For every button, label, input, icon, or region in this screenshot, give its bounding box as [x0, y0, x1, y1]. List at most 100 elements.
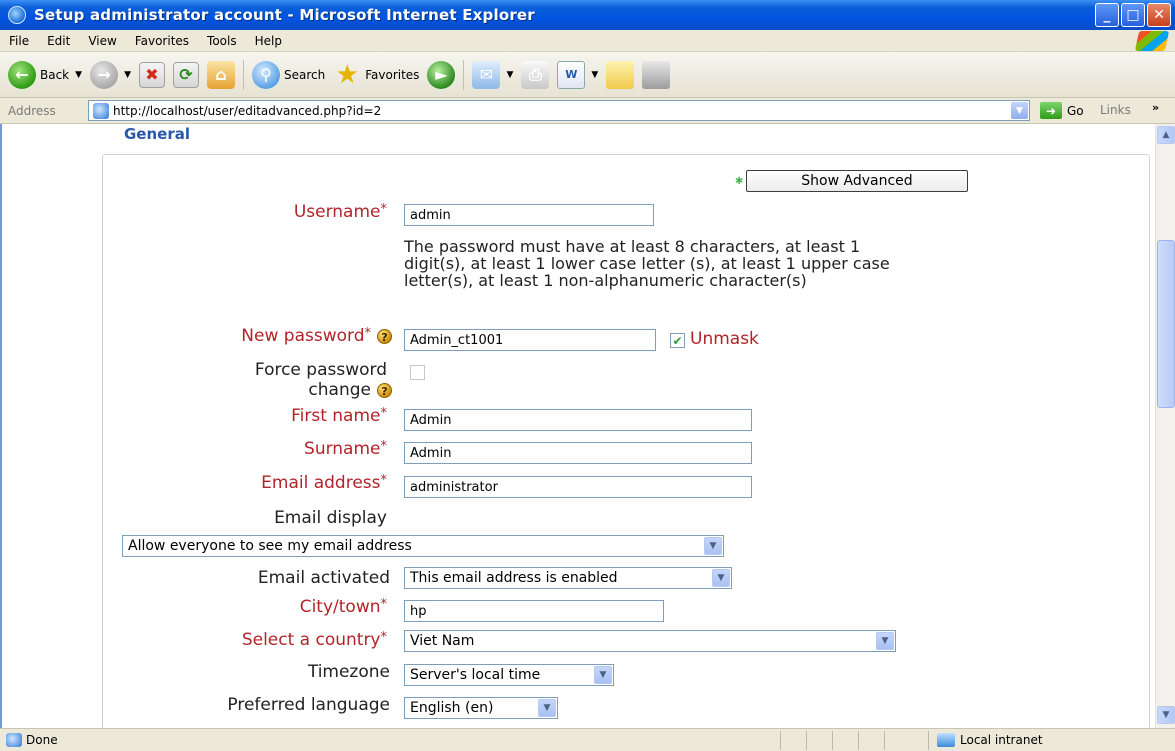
mail-dropdown-icon[interactable]: ▼	[506, 70, 513, 80]
advanced-marker-icon: ✱	[735, 176, 744, 187]
menu-help[interactable]: Help	[246, 34, 291, 48]
force-password-label-line2: change?	[182, 380, 392, 400]
username-input[interactable]: admin	[404, 204, 654, 226]
media-button[interactable]: ►	[427, 60, 456, 89]
chevron-down-icon[interactable]: ▼	[712, 569, 730, 587]
close-button[interactable]: ✕	[1147, 3, 1171, 27]
research-button[interactable]	[642, 60, 671, 89]
email-activated-select[interactable]: This email address is enabled ▼	[404, 567, 732, 589]
help-icon[interactable]: ?	[377, 328, 392, 344]
menu-tools[interactable]: Tools	[198, 34, 246, 48]
surname-label-text: Surname	[304, 439, 381, 459]
menu-view[interactable]: View	[79, 34, 125, 48]
ie-icon	[8, 6, 26, 24]
window-title: Setup administrator account - Microsoft …	[34, 6, 535, 24]
refresh-button[interactable]: ⟳	[172, 61, 199, 88]
surname-label: Surname*	[182, 439, 387, 459]
status-divider	[832, 731, 833, 750]
back-dropdown-icon[interactable]: ▼	[75, 70, 82, 80]
language-label: Preferred language	[227, 695, 390, 715]
scrollbar-thumb[interactable]	[1157, 240, 1175, 408]
status-divider	[780, 731, 781, 750]
intranet-icon	[937, 733, 955, 747]
city-label-text: City/town	[299, 597, 381, 617]
forward-button[interactable]: → ▼	[90, 60, 131, 89]
first-name-input[interactable]: Admin	[404, 409, 752, 431]
new-password-input[interactable]: Admin_ct1001	[404, 329, 656, 351]
forward-dropdown-icon[interactable]: ▼	[124, 70, 131, 80]
links-chevron-icon[interactable]: »	[1152, 101, 1159, 114]
country-select[interactable]: Viet Nam ▼	[404, 630, 896, 652]
title-bar: Setup administrator account - Microsoft …	[0, 0, 1175, 30]
new-password-label-text: New password	[241, 326, 365, 346]
print-button[interactable]: ⎙	[521, 60, 550, 89]
go-arrow-icon: ➜	[1040, 102, 1062, 119]
username-label-text: Username	[293, 202, 381, 222]
scroll-down-icon[interactable]: ▼	[1157, 706, 1175, 724]
vertical-scrollbar[interactable]: ▲ ▼	[1155, 124, 1175, 728]
force-password-checkbox[interactable]	[410, 365, 425, 380]
windows-logo-icon	[1134, 31, 1170, 51]
minimize-button[interactable]: _	[1095, 3, 1119, 27]
stop-button[interactable]: ✖	[138, 61, 165, 88]
window-controls: _ □ ✕	[1095, 3, 1171, 27]
email-address-label-text: Email address	[261, 473, 381, 493]
chevron-down-icon[interactable]: ▼	[704, 537, 722, 555]
address-input[interactable]: http://localhost/user/editadvanced.php?i…	[88, 100, 1030, 121]
email-activated-label: Email activated	[257, 568, 390, 588]
force-password-label-line1: Force password	[254, 360, 387, 380]
security-zone: Local intranet	[960, 733, 1043, 747]
toolbar-separator	[242, 59, 244, 90]
search-button[interactable]: ⚲ Search	[251, 60, 325, 89]
scroll-up-icon[interactable]: ▲	[1157, 126, 1175, 144]
maximize-button[interactable]: □	[1121, 3, 1145, 27]
chevron-down-icon[interactable]: ▼	[538, 699, 556, 717]
email-activated-value: This email address is enabled	[410, 570, 618, 586]
chevron-down-icon[interactable]: ▼	[876, 632, 894, 650]
research-icon	[642, 60, 671, 89]
show-advanced-button[interactable]: Show Advanced	[746, 170, 968, 192]
toolbar: ← Back ▼ → ▼ ✖ ⟳ ⌂ ⚲ Search ★ Favorites …	[0, 52, 1175, 98]
discuss-button[interactable]	[606, 60, 635, 89]
go-label: Go	[1067, 103, 1084, 118]
status-divider	[928, 731, 929, 750]
unmask-checkbox[interactable]: ✔	[670, 333, 685, 348]
edit-dropdown-icon[interactable]: ▼	[591, 70, 598, 80]
email-display-select[interactable]: Allow everyone to see my email address ▼	[122, 535, 724, 557]
menu-file[interactable]: File	[0, 34, 38, 48]
city-input[interactable]: hp	[404, 600, 664, 622]
back-button[interactable]: ← Back ▼	[8, 60, 82, 89]
toolbar-separator	[463, 59, 465, 90]
surname-input[interactable]: Admin	[404, 442, 752, 464]
required-marker: *	[380, 406, 388, 421]
force-password-label-text: change	[308, 380, 371, 400]
mail-button[interactable]: ✉ ▼	[472, 60, 513, 89]
back-label: Back	[40, 67, 70, 82]
chevron-down-icon[interactable]: ▼	[594, 666, 612, 684]
email-address-label: Email address*	[152, 473, 387, 493]
status-divider	[884, 731, 885, 750]
password-policy-text: The password must have at least 8 charac…	[404, 237, 890, 290]
edit-button[interactable]: W ▼	[557, 60, 598, 89]
required-marker: *	[380, 630, 388, 645]
required-marker: *	[364, 326, 372, 341]
home-button[interactable]: ⌂	[206, 60, 235, 89]
favorites-label: Favorites	[365, 67, 420, 82]
first-name-label: First name*	[182, 406, 387, 426]
address-url[interactable]: http://localhost/user/editadvanced.php?i…	[113, 104, 381, 118]
language-select[interactable]: English (en) ▼	[404, 697, 558, 719]
menu-favorites[interactable]: Favorites	[126, 34, 198, 48]
favorites-button[interactable]: ★ Favorites	[333, 60, 420, 90]
timezone-select[interactable]: Server's local time ▼	[404, 664, 614, 686]
new-password-label: New password*?	[122, 326, 392, 346]
timezone-label: Timezone	[307, 662, 390, 682]
help-icon[interactable]: ?	[377, 382, 392, 398]
status-divider	[806, 731, 807, 750]
address-dropdown-icon[interactable]: ▼	[1011, 102, 1028, 119]
country-value: Viet Nam	[410, 633, 475, 649]
go-button[interactable]: ➜ Go	[1040, 102, 1084, 119]
links-button[interactable]: Links	[1100, 103, 1131, 117]
email-address-input[interactable]: administrator	[404, 476, 752, 498]
timezone-value: Server's local time	[410, 667, 541, 683]
menu-edit[interactable]: Edit	[38, 34, 79, 48]
